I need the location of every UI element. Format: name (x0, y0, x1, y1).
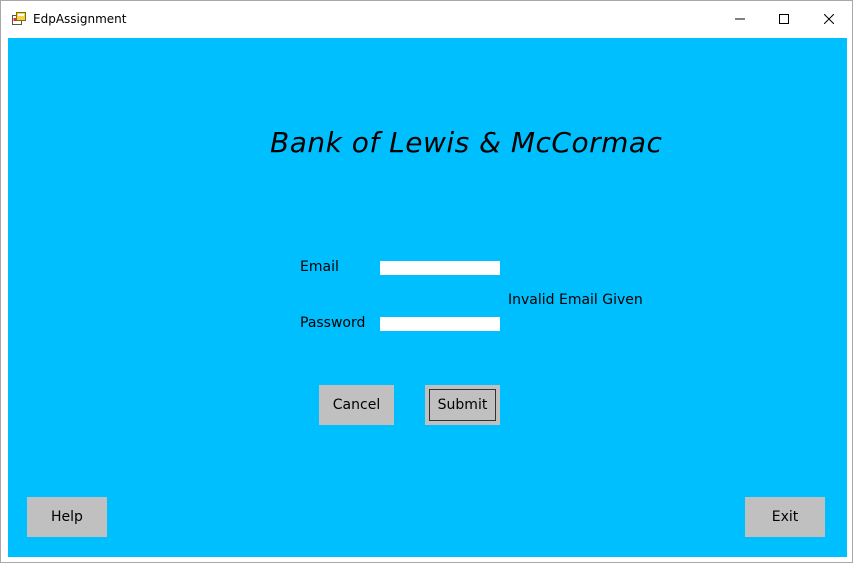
maximize-button[interactable] (761, 1, 807, 37)
email-field[interactable] (380, 261, 500, 275)
submit-button-label: Submit (429, 389, 496, 421)
title-bar[interactable]: EdpAssignment (1, 1, 852, 37)
help-button[interactable]: Help (27, 497, 107, 537)
password-label: Password (300, 315, 366, 331)
window-title: EdpAssignment (33, 12, 127, 26)
close-icon (824, 14, 834, 24)
minimize-button[interactable] (717, 1, 763, 37)
cancel-button[interactable]: Cancel (319, 385, 394, 425)
form-client-area: Bank of Lewis & McCormac Email Invalid E… (8, 38, 847, 557)
bank-title: Bank of Lewis & McCormac (270, 126, 663, 159)
maximize-icon (779, 14, 789, 24)
exit-button[interactable]: Exit (745, 497, 825, 537)
app-window: EdpAssignment Bank of Lewis & McCormac E… (0, 0, 853, 563)
email-label: Email (300, 259, 339, 275)
close-button[interactable] (806, 1, 852, 37)
submit-button[interactable]: Submit (425, 385, 500, 425)
error-message: Invalid Email Given (508, 292, 643, 308)
password-field[interactable] (380, 317, 500, 331)
minimize-icon (735, 18, 745, 20)
app-icon (12, 12, 26, 26)
